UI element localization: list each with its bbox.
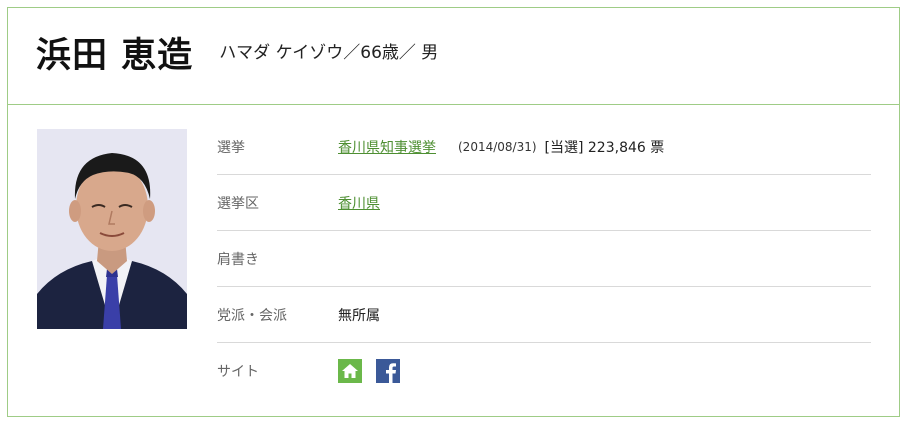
candidate-body: 選挙 香川県知事選挙 (2014/08/31) [当選] 223,846 票 選…	[8, 105, 899, 416]
row-district: 選挙区 香川県	[217, 175, 871, 231]
district-link[interactable]: 香川県	[338, 193, 380, 213]
candidate-name: 浜田 恵造	[36, 35, 194, 76]
site-label: サイト	[217, 364, 259, 380]
election-value: 香川県知事選挙 (2014/08/31) [当選] 223,846 票	[338, 137, 664, 157]
row-title: 肩書き	[217, 231, 871, 287]
election-link[interactable]: 香川県知事選挙	[338, 137, 436, 157]
facebook-icon[interactable]	[376, 359, 400, 383]
district-value: 香川県	[338, 193, 380, 213]
district-label: 選挙区	[217, 195, 259, 212]
home-icon[interactable]	[338, 359, 362, 383]
row-election: 選挙 香川県知事選挙 (2014/08/31) [当選] 223,846 票	[217, 119, 871, 175]
candidate-card: 浜田 恵造 ハマダ ケイゾウ／66歳／ 男 選挙 香川県知事選挙 (2014/0…	[7, 7, 900, 417]
party-label: 党派・会派	[217, 307, 287, 324]
title-label: 肩書き	[217, 251, 259, 268]
candidate-header: 浜田 恵造 ハマダ ケイゾウ／66歳／ 男	[8, 8, 899, 105]
site-links	[338, 359, 414, 383]
candidate-reading: ハマダ ケイゾウ／66歳／ 男	[219, 42, 439, 63]
election-date: (2014/08/31)	[458, 139, 537, 154]
row-site: サイト	[217, 343, 871, 399]
candidate-photo	[37, 129, 187, 329]
details-table: 選挙 香川県知事選挙 (2014/08/31) [当選] 223,846 票 選…	[217, 119, 871, 399]
row-party: 党派・会派 無所属	[217, 287, 871, 343]
election-label: 選挙	[217, 139, 245, 156]
party-value: 無所属	[338, 307, 380, 324]
election-result: [当選] 223,846 票	[544, 139, 665, 156]
